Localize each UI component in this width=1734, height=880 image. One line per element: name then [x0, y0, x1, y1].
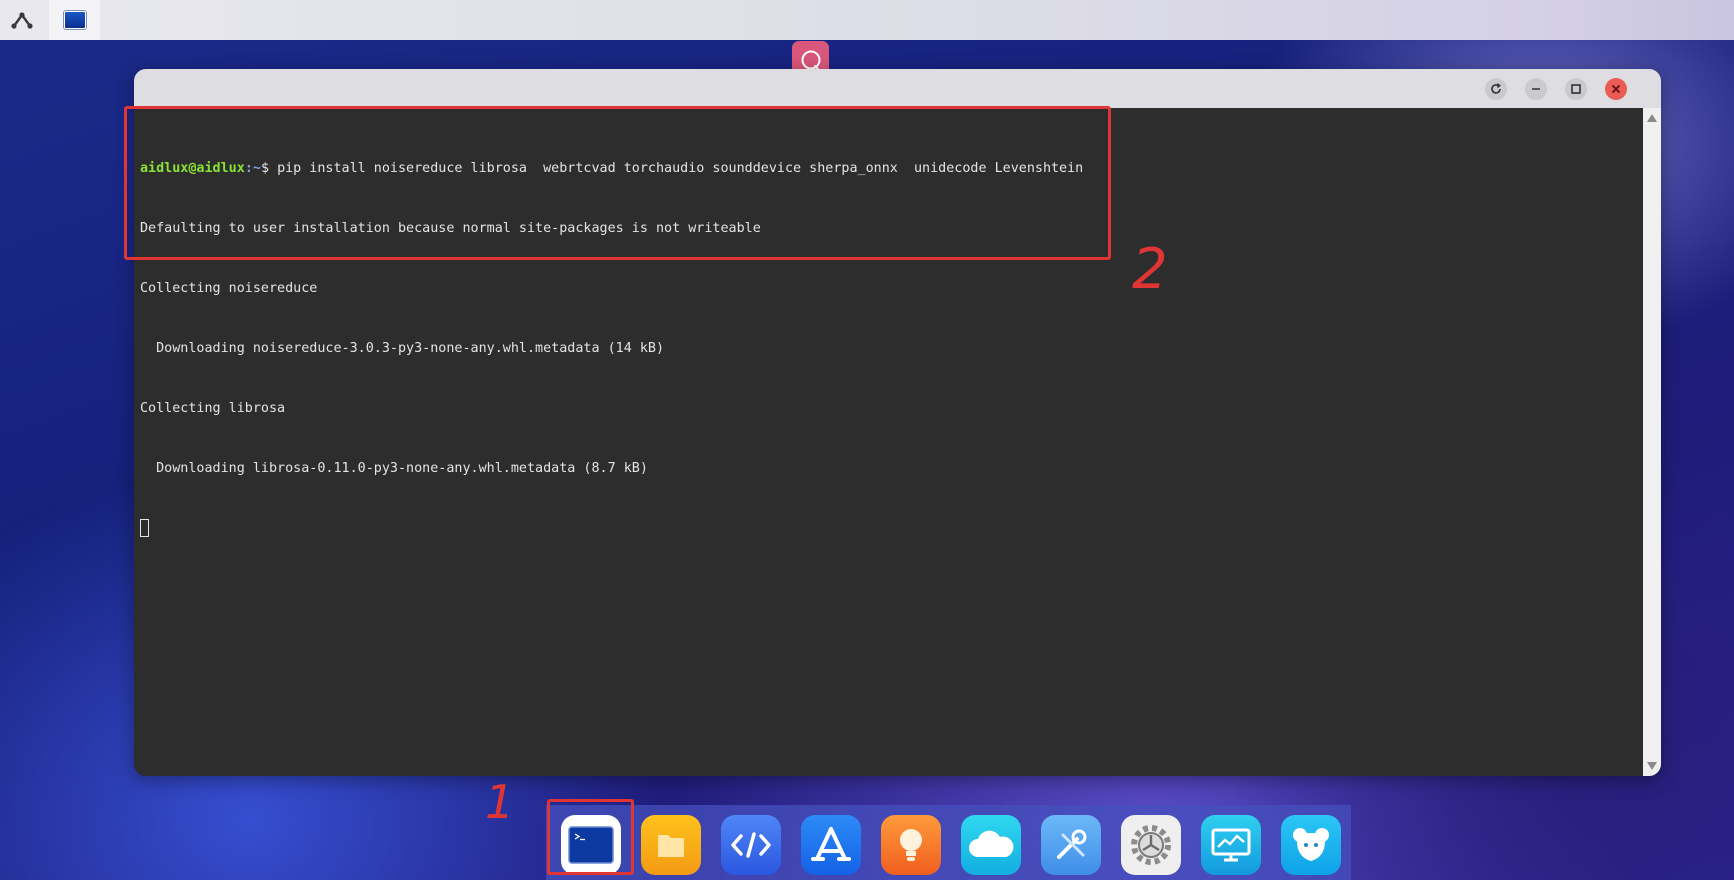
- terminal-scrollbar[interactable]: [1643, 108, 1661, 776]
- scroll-up-arrow-icon[interactable]: [1647, 114, 1657, 122]
- close-icon: [1611, 84, 1621, 94]
- minimize-icon: [1532, 88, 1540, 90]
- dock-item-files[interactable]: [641, 815, 701, 875]
- mascot-icon: [1293, 828, 1329, 861]
- annotation-label-2: 2: [1132, 237, 1168, 302]
- gear-icon: [1131, 825, 1171, 865]
- output-line: Collecting noisereduce: [140, 281, 318, 296]
- close-button[interactable]: [1605, 78, 1627, 100]
- maximize-icon: [1571, 84, 1581, 94]
- dock-item-app-store[interactable]: [801, 815, 861, 875]
- terminal-icon: [63, 11, 86, 29]
- refresh-button[interactable]: [1485, 78, 1507, 100]
- dock-item-monitor[interactable]: [1201, 815, 1261, 875]
- dock-item-code[interactable]: [721, 815, 781, 875]
- cloud-icon: [969, 830, 1014, 857]
- dock-item-mascot[interactable]: [1281, 815, 1341, 875]
- scroll-down-arrow-icon[interactable]: [1647, 762, 1657, 770]
- tab-terminal[interactable]: [49, 0, 100, 40]
- window-titlebar[interactable]: [134, 69, 1661, 108]
- folder-icon: [658, 835, 684, 857]
- output-line: Downloading librosa-0.11.0-py3-none-any.…: [140, 461, 648, 476]
- lightbulb-icon: [900, 829, 922, 861]
- annotation-label-1: 1: [485, 775, 515, 829]
- code-icon: [731, 832, 771, 858]
- dock-item-cloud[interactable]: [961, 815, 1021, 875]
- terminal-cursor: [140, 519, 149, 537]
- maximize-button[interactable]: [1565, 78, 1587, 100]
- dock: [546, 805, 1351, 880]
- search-icon: [801, 50, 820, 70]
- output-line: Downloading noisereduce-3.0.3-py3-none-a…: [140, 341, 665, 356]
- output-line: Collecting librosa: [140, 401, 286, 416]
- annotation-box-1: [547, 799, 634, 875]
- refresh-icon: [1491, 83, 1501, 94]
- aidlux-logo-icon[interactable]: [0, 0, 44, 40]
- dock-item-settings[interactable]: [1121, 815, 1181, 875]
- annotation-box-2: [124, 106, 1111, 260]
- dock-item-tools[interactable]: [1041, 815, 1101, 875]
- monitor-chart-icon: [1211, 828, 1251, 862]
- tools-icon: [1057, 829, 1087, 859]
- app-store-icon: [811, 827, 851, 861]
- dock-item-ideas[interactable]: [881, 815, 941, 875]
- minimize-button[interactable]: [1525, 78, 1547, 100]
- top-bar: [0, 0, 1734, 40]
